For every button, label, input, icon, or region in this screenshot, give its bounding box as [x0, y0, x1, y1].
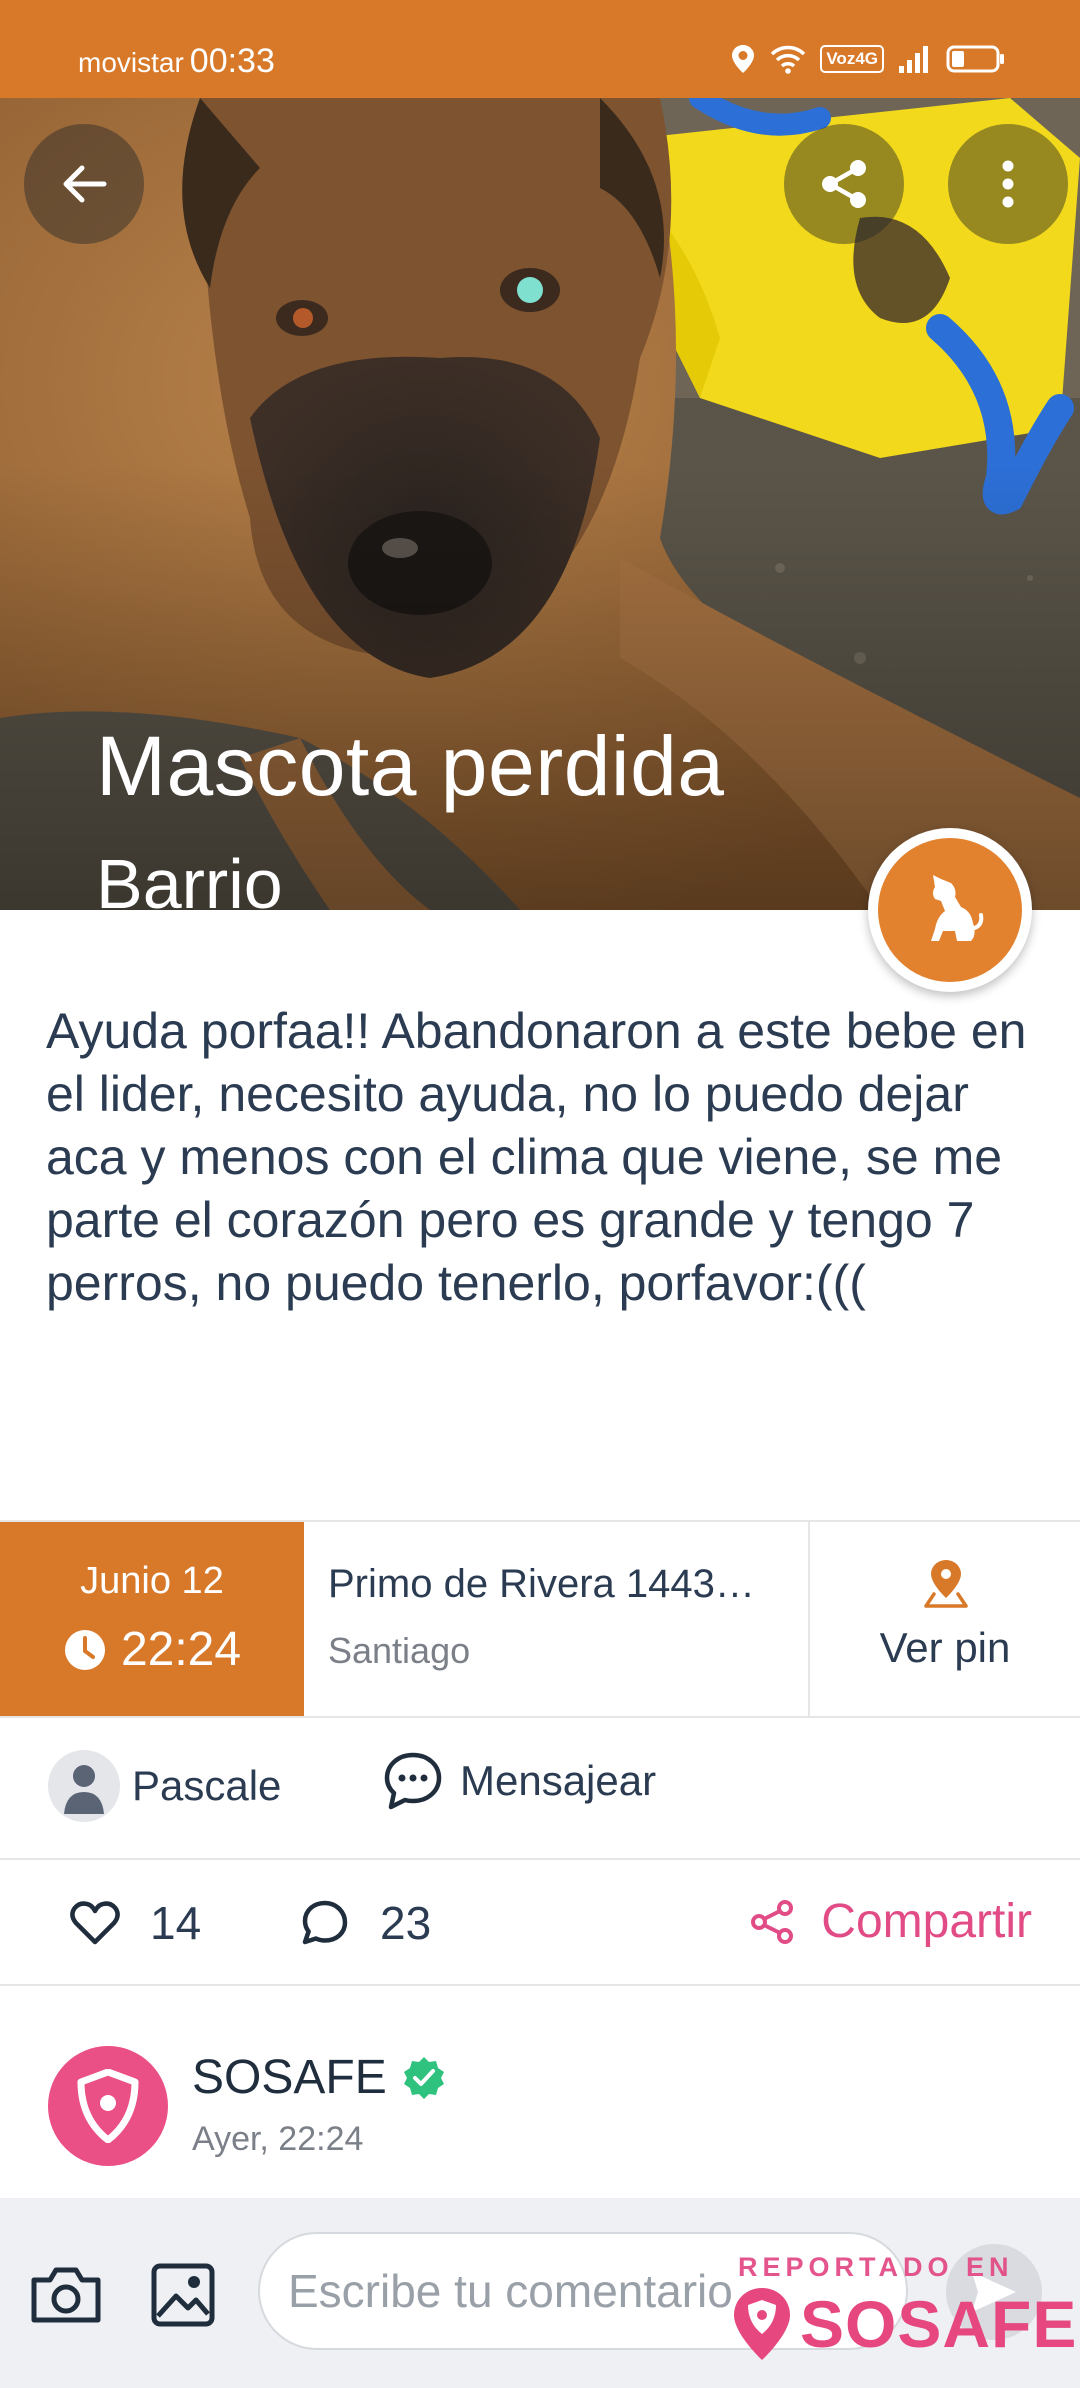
map-pin-icon	[924, 1560, 968, 1608]
network-badge: Voz4G	[820, 45, 884, 73]
avatar[interactable]	[48, 1750, 120, 1822]
view-pin-label: Ver pin	[879, 1624, 1011, 1671]
like-button[interactable]: 14	[70, 1896, 201, 1950]
post-description: Ayuda porfaa!! Abandonaron a este bebe e…	[46, 1003, 1027, 1311]
battery-icon	[946, 45, 1004, 73]
category-badge	[868, 828, 1032, 992]
more-options-button[interactable]	[948, 124, 1068, 244]
share-top-button[interactable]	[784, 124, 904, 244]
comment-bar	[0, 2198, 1080, 2388]
source-name-line: SOSAFE	[192, 2050, 447, 2105]
send-button[interactable]	[946, 2244, 1042, 2340]
view-pin-button[interactable]: Ver pin	[810, 1522, 1080, 1716]
status-bar: movistar 00:33 Voz4G	[0, 0, 1080, 98]
post-time: 22:24	[120, 1623, 242, 1676]
wifi-icon	[771, 45, 806, 74]
author-row: Pascale Mensajear	[0, 1716, 1080, 1860]
clock-icon	[64, 1629, 105, 1670]
post-subtitle: Barrio	[96, 845, 283, 910]
post-city: Santiago	[328, 1630, 471, 1671]
shield-icon	[77, 2069, 139, 2143]
share-icon	[822, 160, 866, 208]
verified-badge-icon	[403, 2056, 444, 2099]
post-photo-carousel[interactable]: Mascota perdida Barrio	[0, 98, 1080, 910]
share-icon	[751, 1899, 794, 1944]
gallery-button[interactable]	[150, 2262, 216, 2333]
like-count: 14	[150, 1897, 202, 1949]
chat-bubble-icon	[384, 1752, 442, 1810]
user-icon	[64, 1765, 104, 1814]
signal-icon	[899, 46, 928, 73]
post-time-line: 22:24	[0, 1622, 304, 1677]
comments-button[interactable]: 23	[300, 1896, 431, 1950]
comment-count: 23	[380, 1897, 432, 1949]
post-address: Primo de Rivera 1443…	[328, 1562, 755, 1606]
send-icon	[972, 2272, 1016, 2312]
carrier-name: movistar	[78, 47, 184, 78]
source-row: SOSAFE Ayer, 22:24	[0, 2000, 1080, 2200]
post-title: Mascota perdida	[96, 719, 725, 813]
camera-button[interactable]	[28, 2264, 104, 2331]
message-button[interactable]: Mensajear	[382, 1750, 656, 1812]
status-icons: Voz4G	[730, 44, 1006, 74]
post-info-row: Junio 12 22:24 Primo de Rivera 1443… San…	[0, 1520, 1080, 1718]
address-box[interactable]: Primo de Rivera 1443… Santiago	[304, 1522, 810, 1716]
actions-row: 14 23 Compartir	[0, 1860, 1080, 1986]
author-name[interactable]: Pascale	[132, 1762, 281, 1810]
source-time: Ayer, 22:24	[192, 2120, 364, 2158]
comment-icon	[302, 1900, 348, 1945]
category-badge-inner	[878, 838, 1022, 982]
status-time: 00:33	[189, 42, 275, 80]
more-vertical-icon	[1002, 160, 1014, 208]
message-label: Mensajear	[460, 1757, 657, 1804]
share-button[interactable]: Compartir	[749, 1894, 1032, 1949]
dog-icon	[931, 875, 984, 941]
camera-icon	[31, 2267, 101, 2323]
post-date: Junio 12	[80, 1560, 224, 1602]
heart-icon	[70, 1901, 120, 1945]
comment-input[interactable]	[258, 2232, 908, 2350]
sosafe-logo[interactable]	[48, 2046, 168, 2166]
date-box: Junio 12 22:24	[0, 1522, 304, 1716]
location-icon	[732, 45, 755, 73]
image-icon	[151, 2263, 215, 2327]
back-button[interactable]	[24, 124, 144, 244]
status-left: movistar 00:33	[78, 42, 275, 81]
source-name[interactable]: SOSAFE	[192, 2050, 387, 2105]
arrow-left-icon	[63, 165, 107, 203]
share-label: Compartir	[821, 1895, 1032, 1948]
